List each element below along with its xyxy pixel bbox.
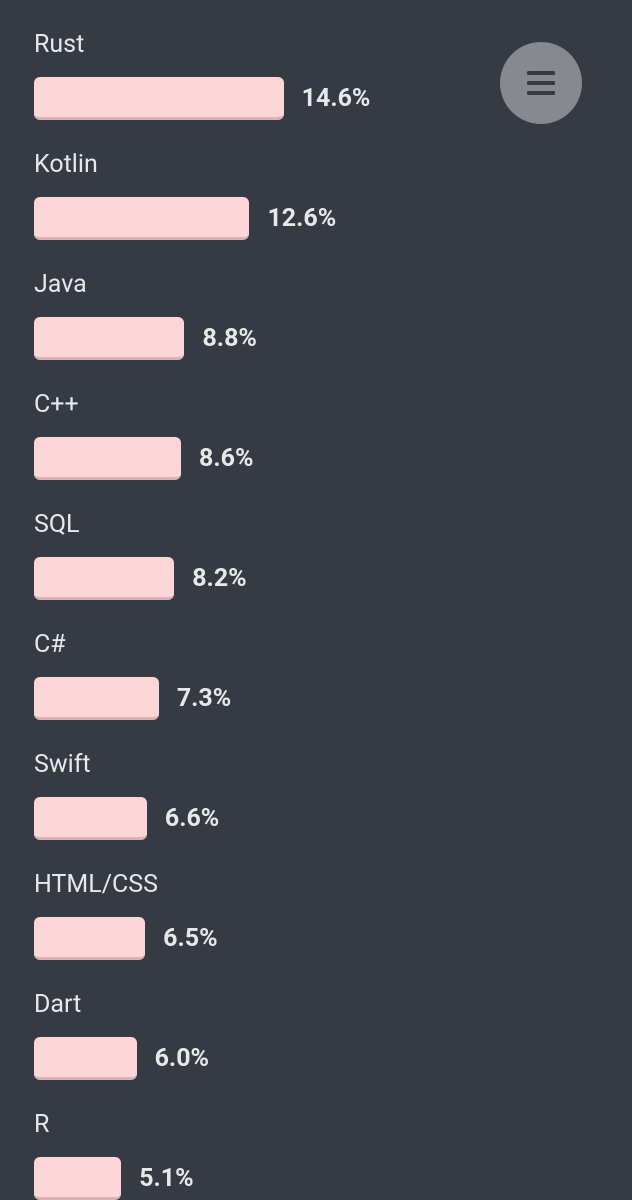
bar-fill — [34, 437, 181, 480]
bar-label: C++ — [34, 390, 632, 419]
bar-fill — [34, 797, 147, 840]
bar-value: 6.0% — [155, 1044, 209, 1073]
bar-label: Kotlin — [34, 150, 632, 179]
bar-value: 14.6% — [302, 84, 371, 113]
bar-label: Java — [34, 270, 632, 299]
bar-value: 12.6% — [267, 204, 336, 233]
bar-value: 5.1% — [139, 1164, 193, 1193]
bar-fill — [34, 1037, 137, 1080]
bar-fill — [34, 917, 145, 960]
bar-row: C# 7.3% — [34, 630, 632, 720]
bar-wrap: 6.5% — [34, 917, 632, 960]
menu-button[interactable] — [500, 42, 582, 124]
bar-wrap: 8.2% — [34, 557, 632, 600]
bar-fill — [34, 1157, 121, 1200]
bar-row: C++ 8.6% — [34, 390, 632, 480]
bar-row: HTML/CSS 6.5% — [34, 870, 632, 960]
bar-label: Dart — [34, 990, 632, 1019]
bar-label: C# — [34, 630, 632, 659]
bar-fill — [34, 197, 249, 240]
bar-value: 8.2% — [192, 564, 246, 593]
bar-wrap: 8.6% — [34, 437, 632, 480]
bar-fill — [34, 677, 159, 720]
bar-label: HTML/CSS — [34, 870, 632, 899]
bar-value: 7.3% — [177, 684, 231, 713]
bar-wrap: 6.0% — [34, 1037, 632, 1080]
bar-value: 6.6% — [165, 804, 219, 833]
bar-row: Swift 6.6% — [34, 750, 632, 840]
bar-row: SQL 8.2% — [34, 510, 632, 600]
hamburger-icon — [527, 71, 555, 95]
bar-row: Java 8.8% — [34, 270, 632, 360]
language-bar-chart: Rust 14.6% Kotlin 12.6% Java 8.8% C++ 8.… — [0, 0, 632, 1200]
bar-wrap: 6.6% — [34, 797, 632, 840]
bar-row: Dart 6.0% — [34, 990, 632, 1080]
bar-row: R 5.1% — [34, 1110, 632, 1200]
bar-value: 6.5% — [163, 924, 217, 953]
bar-wrap: 12.6% — [34, 197, 632, 240]
bar-row: Kotlin 12.6% — [34, 150, 632, 240]
bar-wrap: 7.3% — [34, 677, 632, 720]
bar-fill — [34, 317, 184, 360]
bar-wrap: 8.8% — [34, 317, 632, 360]
bar-value: 8.8% — [202, 324, 256, 353]
bar-value: 8.6% — [199, 444, 253, 473]
bar-label: SQL — [34, 510, 632, 539]
bar-label: R — [34, 1110, 632, 1139]
bar-wrap: 5.1% — [34, 1157, 632, 1200]
bar-label: Swift — [34, 750, 632, 779]
bar-fill — [34, 557, 174, 600]
bar-fill — [34, 77, 284, 120]
